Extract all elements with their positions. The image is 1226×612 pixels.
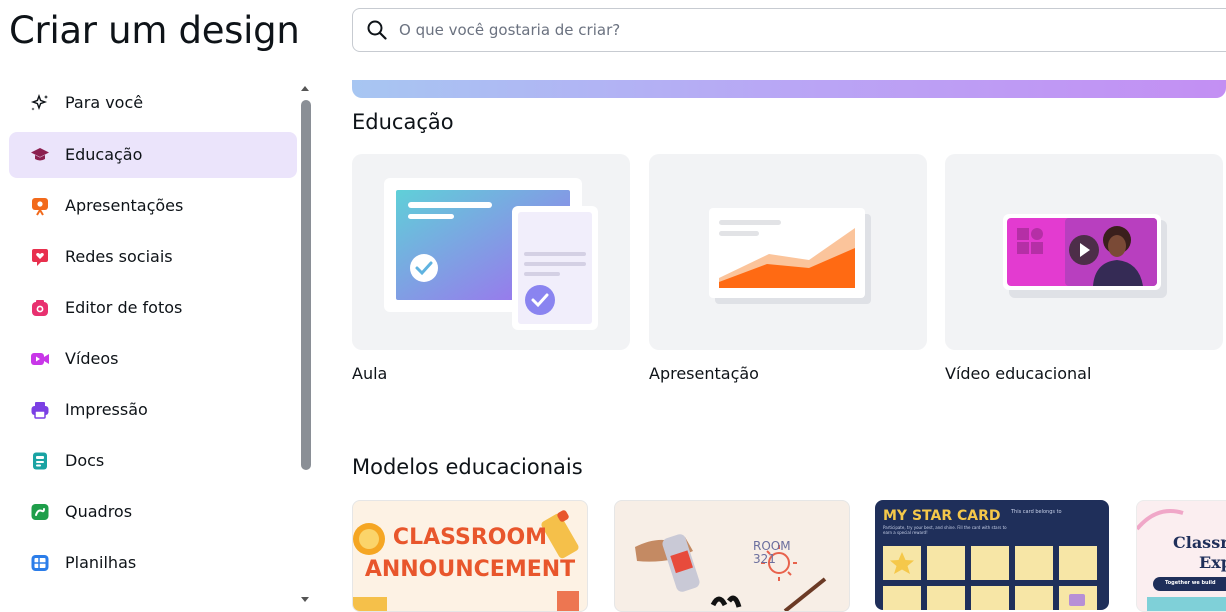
camera-icon <box>32 300 48 316</box>
template-line1: Classro <box>1173 533 1226 552</box>
page-title: Criar um design <box>9 9 300 52</box>
template-decor <box>635 534 827 611</box>
sidebar-item-para-voce[interactable]: Para você <box>9 80 297 126</box>
sidebar-item-quadros[interactable]: Quadros <box>9 489 297 535</box>
search-input[interactable]: O que você gostaria de criar? <box>399 21 620 39</box>
template-line2: ANNOUNCEMENT <box>364 557 576 582</box>
graduation-cap-icon <box>31 148 49 161</box>
sidebar-item-label: Para você <box>65 93 144 112</box>
apresentacao-illustration <box>709 208 871 304</box>
sidebar-item-docs[interactable]: Docs <box>9 438 297 484</box>
sidebar-item-label: Apresentações <box>65 196 184 215</box>
template-my-star-card[interactable]: MY STAR CARD This card belongs to Partic… <box>875 500 1109 610</box>
category-banner <box>352 80 1226 98</box>
sidebar-item-videos[interactable]: Vídeos <box>9 336 297 382</box>
presentation-icon <box>32 198 48 216</box>
scroll-thumb[interactable] <box>301 100 311 470</box>
sidebar-item-educacao[interactable]: Educação <box>9 132 297 178</box>
star-card-grid <box>883 546 1097 610</box>
sidebar-item-editor-de-fotos[interactable]: Editor de fotos <box>9 285 297 331</box>
sparkle-icon <box>30 93 48 111</box>
section-title-modelos: Modelos educacionais <box>352 455 583 479</box>
template-room-321[interactable]: ROOM 321 <box>614 500 850 612</box>
sidebar-item-label: Quadros <box>65 502 133 521</box>
sidebar-item-label: Vídeos <box>65 349 119 368</box>
sidebar-item-label: Impressão <box>65 400 148 419</box>
template-room-number: 321 <box>753 552 776 566</box>
template-line1: CLASSROOM <box>392 525 548 550</box>
printer-icon <box>31 402 49 419</box>
doc-icon <box>33 452 47 470</box>
card-aula[interactable] <box>352 154 630 350</box>
sidebar-item-redes-sociais[interactable]: Redes sociais <box>9 234 297 280</box>
card-apresentacao[interactable] <box>649 154 927 350</box>
sidebar-item-impressao[interactable]: Impressão <box>9 387 297 433</box>
sidebar-item-label: Docs <box>65 451 105 470</box>
sidebar-item-apresentacoes[interactable]: Apresentações <box>9 183 297 229</box>
sidebar-item-label: Redes sociais <box>65 247 173 266</box>
video-icon <box>31 353 49 365</box>
template-decor <box>353 510 579 611</box>
card-label-apresentacao: Apresentação <box>649 364 759 383</box>
sidebar-nav: Para você Educação Apresentações Redes s… <box>0 80 300 604</box>
search-bar[interactable]: O que você gostaria de criar? <box>352 8 1226 52</box>
template-classroom-announcement[interactable]: CLASSROOM ANNOUNCEMENT <box>352 500 588 612</box>
template-room-label: ROOM <box>753 539 791 553</box>
card-label-video-educacional: Vídeo educacional <box>945 364 1092 383</box>
sidebar-item-label: Editor de fotos <box>65 298 183 317</box>
aula-illustration <box>384 178 598 330</box>
scroll-down-arrow[interactable] <box>301 597 309 602</box>
sheet-icon <box>31 555 49 571</box>
card-label-aula: Aula <box>352 364 388 383</box>
template-tagline: Together we build <box>1165 580 1216 586</box>
video-educacional-illustration <box>1003 214 1167 298</box>
sidebar-item-label: Planilhas <box>65 553 137 572</box>
sidebar-item-planilhas[interactable]: Planilhas <box>9 540 297 586</box>
search-icon <box>367 20 387 40</box>
template-classroom-expectations[interactable]: Classro Exp Together we build <box>1136 500 1226 612</box>
whiteboard-icon <box>31 504 49 520</box>
card-video-educacional[interactable] <box>945 154 1223 350</box>
template-line2: Exp <box>1199 553 1226 572</box>
scroll-up-arrow[interactable] <box>301 86 309 91</box>
section-title-educacao: Educação <box>352 110 454 134</box>
sidebar-item-label: Educação <box>65 145 143 164</box>
heart-chat-icon <box>32 249 48 266</box>
